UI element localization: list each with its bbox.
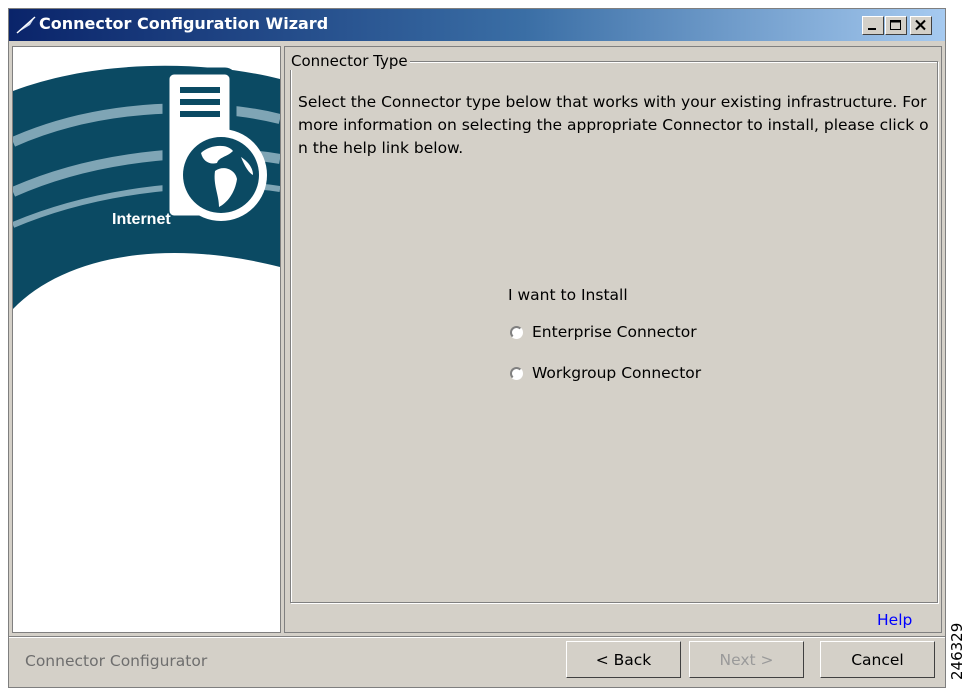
internet-banner-graphic: Internet (13, 65, 280, 309)
close-icon (915, 19, 926, 31)
workgroup-connector-option[interactable]: Workgroup Connector (510, 361, 701, 385)
next-button[interactable]: Next > (689, 641, 804, 678)
app-icon (16, 16, 36, 34)
internet-label: Internet (112, 211, 171, 228)
title-bar[interactable]: Connector Configuration Wizard (9, 9, 945, 41)
minimize-button[interactable] (862, 16, 884, 35)
back-button[interactable]: < Back (566, 641, 681, 678)
enterprise-connector-radio[interactable] (510, 325, 523, 339)
workgroup-connector-label: Workgroup Connector (532, 364, 702, 382)
close-button[interactable] (910, 16, 932, 35)
help-link[interactable]: Help (877, 611, 912, 629)
window-title: Connector Configuration Wizard (39, 14, 329, 33)
wizard-window: Connector Configuration Wizard Internet … (8, 8, 946, 688)
footer-separator (9, 636, 945, 638)
maximize-icon (890, 20, 901, 30)
minimize-icon (868, 28, 876, 30)
status-label: Connector Configurator (25, 652, 208, 670)
workgroup-connector-radio[interactable] (510, 366, 523, 380)
cancel-button[interactable]: Cancel (820, 641, 935, 678)
description-text: Select the Connector type below that wor… (298, 93, 929, 157)
enterprise-connector-option[interactable]: Enterprise Connector (510, 320, 697, 344)
wizard-sidebar: Internet (12, 46, 281, 633)
group-title: Connector Type (289, 52, 410, 70)
figure-id: 246329 (948, 622, 966, 680)
install-prompt: I want to Install (508, 286, 628, 304)
enterprise-connector-label: Enterprise Connector (532, 323, 697, 341)
maximize-button[interactable] (885, 16, 907, 35)
